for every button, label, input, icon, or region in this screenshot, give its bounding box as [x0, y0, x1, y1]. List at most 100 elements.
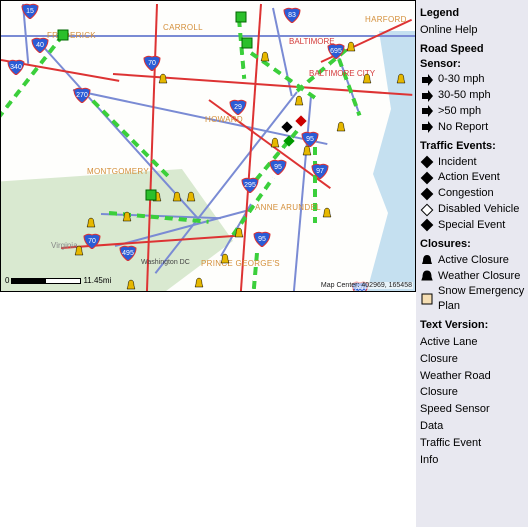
svg-text:95: 95	[258, 236, 266, 243]
diamond-icon	[420, 187, 434, 201]
closure-marker[interactable]	[345, 41, 357, 53]
legend-event-label: Incident	[438, 155, 526, 170]
arrow-icon	[420, 73, 434, 87]
interstate-shield: 95	[253, 231, 271, 247]
arrow-icon	[420, 104, 434, 118]
legend-panel: Legend Online Help Road Speed Sensor: 0-…	[416, 0, 528, 527]
closure-marker[interactable]	[321, 207, 333, 219]
county-label: CARROLL	[163, 23, 203, 32]
interstate-shield: 270	[73, 87, 91, 103]
closures-title: Closures:	[420, 237, 526, 252]
closure-marker[interactable]	[185, 191, 197, 203]
interstate-shield: 83	[283, 7, 301, 23]
interstate-shield: 40	[31, 37, 49, 53]
interstate-shield: 95	[269, 159, 287, 175]
legend-event-item: Incident	[420, 155, 526, 170]
svg-text:270: 270	[76, 92, 88, 99]
legend-event-item: Disabled Vehicle	[420, 202, 526, 217]
sensor-marker[interactable]	[241, 37, 253, 49]
closure-marker[interactable]	[233, 227, 245, 239]
scale-bar-graphic	[11, 278, 81, 284]
county-label: PRINCE GEORGE'S	[201, 259, 280, 268]
legend-title: Legend	[420, 6, 526, 21]
legend-event-label: Special Event	[438, 218, 526, 233]
interstate-shield: 695	[327, 43, 345, 59]
incident-marker[interactable]	[295, 115, 307, 127]
closure-icon	[420, 292, 434, 306]
svg-text:95: 95	[306, 136, 314, 143]
text-version-link[interactable]: Traffic Event	[420, 436, 526, 451]
arrow-icon	[420, 89, 434, 103]
closure-marker[interactable]	[125, 279, 137, 291]
svg-text:83: 83	[288, 12, 296, 19]
interstate-shield: 295	[241, 177, 259, 193]
svg-text:95: 95	[274, 164, 282, 171]
county-label: MONTGOMERY	[87, 167, 149, 176]
county-label: HOWARD	[205, 115, 243, 124]
closure-marker[interactable]	[171, 191, 183, 203]
text-version-link[interactable]: Speed Sensor	[420, 402, 526, 417]
legend-closure-label: Snow Emergency Plan	[438, 284, 526, 314]
text-version-link[interactable]: Info	[420, 453, 526, 468]
svg-text:70: 70	[148, 60, 156, 67]
closure-marker[interactable]	[157, 73, 169, 85]
closure-marker[interactable]	[293, 95, 305, 107]
closure-marker[interactable]	[335, 121, 347, 133]
svg-text:97: 97	[316, 168, 324, 175]
closure-marker[interactable]	[193, 277, 205, 289]
closure-marker[interactable]	[301, 145, 313, 157]
scale-distance: 11.45mi	[83, 276, 111, 285]
incident-marker[interactable]	[281, 121, 293, 133]
online-help-link[interactable]: Online Help	[420, 23, 526, 38]
closure-marker[interactable]	[219, 253, 231, 265]
incident-marker[interactable]	[283, 135, 295, 147]
scale-bar: 0 11.45mi	[5, 276, 111, 285]
legend-speed-label: >50 mph	[438, 104, 526, 119]
svg-text:695: 695	[330, 48, 342, 55]
county-label: ANNE ARUNDEL	[255, 203, 321, 212]
text-version-link[interactable]: Weather Road	[420, 369, 526, 384]
scale-zero: 0	[5, 276, 9, 285]
map-credit: Map Center: 402969, 165458	[320, 282, 413, 289]
text-version-link[interactable]: Active Lane	[420, 335, 526, 350]
interstate-shield: 29	[229, 99, 247, 115]
interstate-shield: 15	[21, 3, 39, 19]
legend-speed-item: >50 mph	[420, 104, 526, 119]
closure-marker[interactable]	[395, 73, 407, 85]
diamond-icon	[420, 171, 434, 185]
legend-closure-label: Active Closure	[438, 253, 526, 268]
svg-text:340: 340	[10, 64, 22, 71]
closure-marker[interactable]	[269, 137, 281, 149]
sensor-marker[interactable]	[145, 189, 157, 201]
sensor-marker[interactable]	[235, 11, 247, 23]
text-version-link[interactable]: Closure	[420, 385, 526, 400]
svg-text:40: 40	[36, 42, 44, 49]
interstate-shield: 340	[7, 59, 25, 75]
legend-event-label: Disabled Vehicle	[438, 202, 526, 217]
legend-closure-item: Weather Closure	[420, 269, 526, 284]
closure-marker[interactable]	[259, 51, 271, 63]
legend-speed-label: No Report	[438, 120, 526, 135]
legend-speed-item: 30-50 mph	[420, 88, 526, 103]
interstate-shield: 97	[311, 163, 329, 179]
dc-label: Washington DC	[141, 259, 190, 266]
diamond-icon	[420, 218, 434, 232]
closure-marker[interactable]	[73, 245, 85, 257]
closure-icon	[420, 253, 434, 267]
closure-marker[interactable]	[361, 73, 373, 85]
svg-text:495: 495	[122, 250, 134, 257]
closure-marker[interactable]	[121, 211, 133, 223]
speed-sensor-title: Road Speed Sensor:	[420, 42, 526, 72]
text-version-link[interactable]: Closure	[420, 352, 526, 367]
svg-text:29: 29	[234, 104, 242, 111]
sensor-marker[interactable]	[57, 29, 69, 41]
legend-event-item: Special Event	[420, 218, 526, 233]
legend-event-label: Action Event	[438, 170, 526, 185]
traffic-map[interactable]: FREDERICKCARROLLHARFORDHOWARDMONTGOMERYA…	[0, 0, 416, 292]
text-version-link[interactable]: Data	[420, 419, 526, 434]
legend-closure-item: Active Closure	[420, 253, 526, 268]
closure-marker[interactable]	[85, 217, 97, 229]
diamond-icon	[420, 155, 434, 169]
arrow-icon	[420, 120, 434, 134]
diamond-icon	[420, 203, 434, 217]
